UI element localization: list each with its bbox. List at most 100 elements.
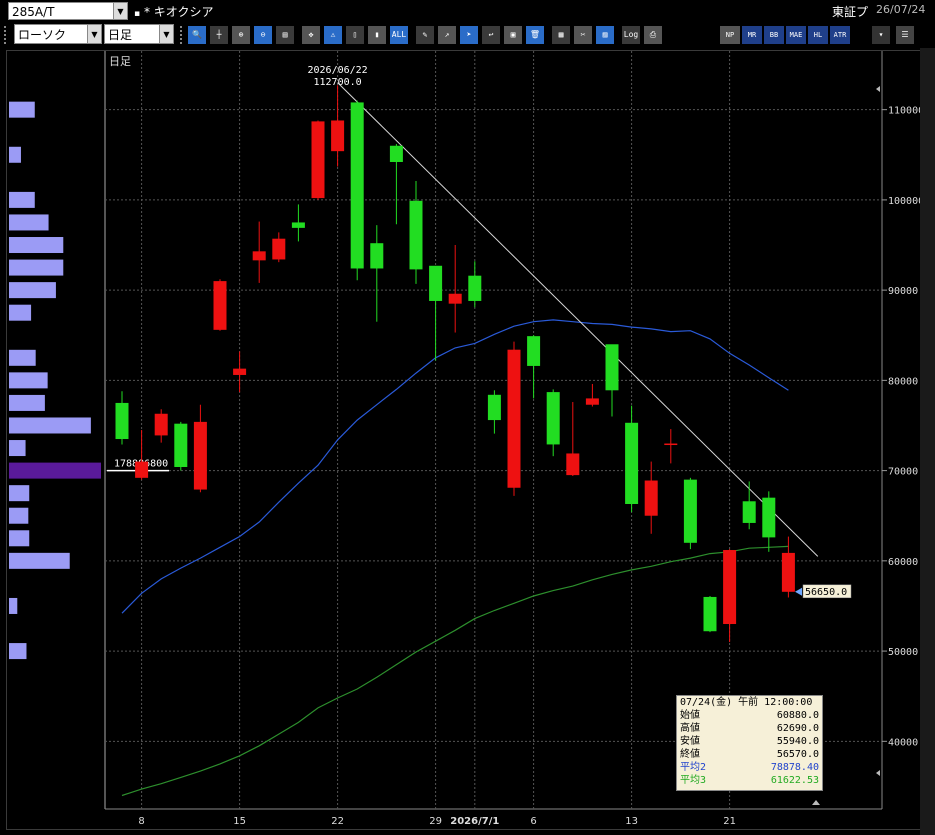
info-row: 平均2 78878.40 (677, 761, 822, 774)
info-row: 安値 55940.0 (677, 735, 822, 748)
x-tick-label: 29 (429, 816, 442, 827)
info-label: 平均3 (680, 775, 707, 786)
info-row: 平均3 61622.53 (677, 774, 822, 787)
volume-profile-bar (9, 530, 30, 547)
toolbar-button-hl[interactable]: HL (808, 26, 828, 44)
chart-type-select[interactable]: ローソク ▼ (14, 24, 102, 44)
volume-profile-bar (9, 237, 64, 254)
volume-profile-bar (9, 372, 48, 389)
candle-body (448, 293, 462, 304)
info-value: 62690.0 (776, 723, 819, 734)
period-select[interactable]: 日足 ▼ (104, 24, 174, 44)
volume-profile-bar (9, 440, 26, 457)
volume-profile-bar (9, 507, 29, 524)
candle-body (644, 480, 658, 516)
candle-body (252, 251, 266, 261)
drag-icon[interactable]: ✥ (302, 26, 320, 44)
vertical-scrollbar[interactable] (920, 48, 935, 835)
volume-profile-bar (9, 259, 64, 276)
volume-profile-bar (9, 304, 32, 321)
toolbar-grip[interactable] (180, 26, 187, 44)
high-date-label: 2026/06/22 (307, 65, 367, 76)
draw-icon[interactable]: ↗ (438, 26, 456, 44)
log-icon[interactable]: Log (622, 26, 640, 44)
chevron-down-icon[interactable]: ▼ (87, 25, 101, 43)
volume-profile-bar (9, 282, 56, 299)
volume-profile-bar (9, 485, 30, 502)
candle-body (135, 461, 149, 478)
trash-icon[interactable]: 🗑 (526, 26, 544, 44)
info-row: 始値 60880.0 (677, 709, 822, 722)
candle-body (311, 121, 325, 199)
toolbar-grip[interactable] (4, 26, 11, 44)
pen-icon[interactable]: ✎ (416, 26, 434, 44)
zoom-out-icon[interactable]: ⊖ (254, 26, 272, 44)
toolbar-button-atr[interactable]: ATR (830, 26, 850, 44)
undo-icon[interactable]: ↩ (482, 26, 500, 44)
toolbar-button-mae[interactable]: MAE (786, 26, 806, 44)
info-header: 07/24(金) 午前 12:00:00 (680, 697, 813, 708)
pointer-icon[interactable]: ➤ (460, 26, 478, 44)
toolbar-button-np[interactable]: NP (720, 26, 740, 44)
info-row: 終値 56570.0 (677, 748, 822, 761)
toolbar-button-mr[interactable]: MR (742, 26, 762, 44)
warning-icon[interactable]: ⚠ (324, 26, 342, 44)
x-tick-label: 6 (530, 816, 536, 827)
candle-body (703, 596, 717, 632)
candle2-icon[interactable]: ▮ (368, 26, 386, 44)
scroll-down-marker-icon (876, 770, 880, 776)
ma2-line (121, 319, 789, 614)
candle-body (370, 243, 384, 269)
candle-body (507, 349, 521, 488)
search-icon[interactable]: 🔍 (188, 26, 206, 44)
high-value-label: 112700.0 (314, 77, 362, 88)
candle-body (213, 281, 227, 330)
volume-profile-bar (9, 214, 49, 231)
bars-icon[interactable]: ▤ (276, 26, 294, 44)
volume-profile-bar (9, 643, 27, 660)
candle-body (781, 552, 795, 592)
x-tick-label: 21 (723, 816, 736, 827)
candle-body (193, 421, 207, 490)
ohlc-info-box: 07/24(金) 午前 12:00:00 始値 60880.0 高値 62690.0 安… (676, 695, 823, 791)
all-icon[interactable]: ALL (390, 26, 408, 44)
volume-profile-bar (9, 597, 18, 614)
volume-profile-bar (9, 349, 36, 366)
chevron-down-icon[interactable]: ▼ (159, 25, 173, 43)
current-price-label: 56650.0 (805, 587, 847, 598)
info-value: 60880.0 (776, 710, 819, 721)
grid-icon[interactable]: ▦ (552, 26, 570, 44)
menu-icon[interactable]: ☰ (896, 26, 914, 44)
candle-body (723, 550, 737, 625)
print-icon[interactable]: ⎙ (644, 26, 662, 44)
symbol-code-combo[interactable]: 285A/T ▼ (8, 2, 128, 20)
info-label: 高値 (680, 723, 700, 734)
period-label: 日足 (109, 55, 131, 68)
candle-body (174, 423, 188, 467)
info-label: 終値 (680, 749, 700, 760)
period-value: 日足 (108, 28, 133, 42)
chevron-down-icon[interactable]: ▼ (113, 3, 127, 19)
trend-line (337, 82, 819, 557)
crosshair-icon[interactable]: ┼ (210, 26, 228, 44)
toolbar-overflow-icon[interactable]: ▾ (872, 26, 890, 44)
zoom-icon[interactable]: ⊕ (232, 26, 250, 44)
price-arrow-icon (795, 587, 802, 596)
stock-marker-icon: ▪ (134, 9, 141, 19)
doc-icon[interactable]: ▣ (504, 26, 522, 44)
info-label: 安値 (680, 736, 700, 747)
volume-profile-bar (9, 394, 45, 411)
x-tick-label: 13 (625, 816, 638, 827)
candle-body (585, 398, 599, 405)
toolbar-button-bb[interactable]: BB (764, 26, 784, 44)
candle-icon[interactable]: ▯ (346, 26, 364, 44)
date-label: 26/07/24 (876, 3, 926, 16)
chart-type-value: ローソク (18, 28, 67, 42)
scroll-up-marker-icon (876, 86, 880, 92)
candle-body (389, 145, 403, 162)
exchange-label: 東証プ (832, 5, 869, 19)
x-tick-label: 8 (138, 816, 144, 827)
palette-icon[interactable]: ▨ (596, 26, 614, 44)
tool-icon[interactable]: ✂ (574, 26, 592, 44)
candle-body (291, 222, 305, 228)
